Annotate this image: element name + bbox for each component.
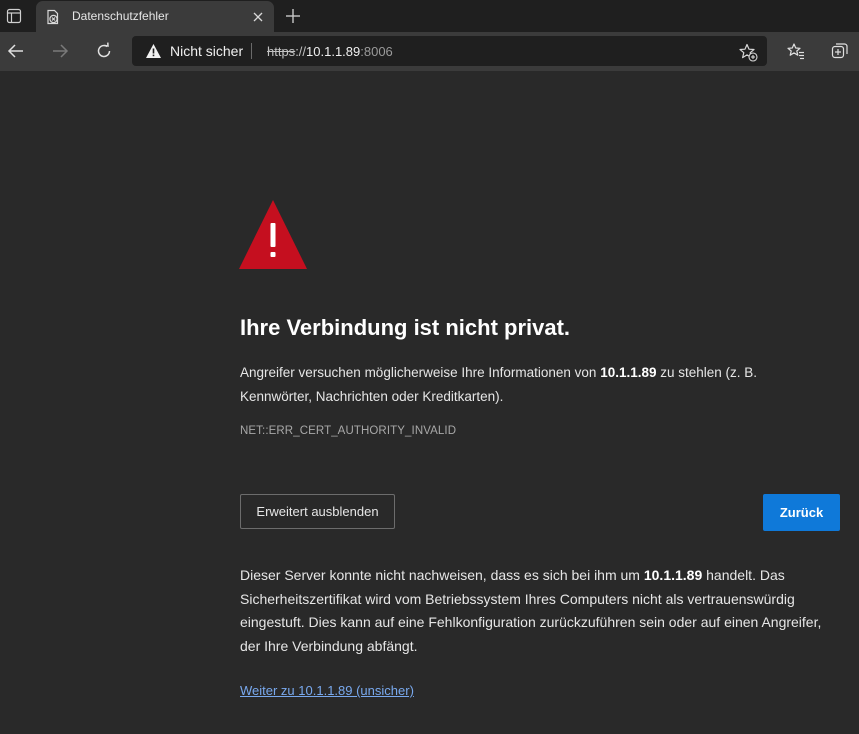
error-summary: Angreifer versuchen möglicherweise Ihre … xyxy=(240,361,800,409)
tab-strip: Datenschutzfehler xyxy=(0,0,859,32)
collections-icon[interactable] xyxy=(829,40,851,62)
plus-icon[interactable] xyxy=(283,6,303,26)
certificate-error-icon xyxy=(45,9,61,25)
omnibox-divider xyxy=(251,43,252,59)
summary-host: 10.1.1.89 xyxy=(600,365,657,380)
favorites-list-icon[interactable] xyxy=(785,40,807,62)
arrow-right-icon[interactable] xyxy=(49,40,71,62)
tab-active[interactable]: Datenschutzfehler xyxy=(36,1,274,32)
details-text-start: Dieser Server konnte nicht nachweisen, d… xyxy=(240,567,644,583)
tab-title: Datenschutzfehler xyxy=(72,9,169,23)
security-status-label[interactable]: Nicht sicher xyxy=(170,43,243,59)
back-button[interactable]: Zurück xyxy=(763,494,840,531)
details-host: 10.1.1.89 xyxy=(643,567,703,583)
star-add-icon[interactable] xyxy=(738,42,758,62)
tab-actions-icon[interactable] xyxy=(4,6,24,26)
warning-triangle-icon[interactable] xyxy=(145,43,162,59)
summary-text-start: Angreifer versuchen möglicherweise Ihre … xyxy=(240,365,601,380)
address-bar[interactable]: Nicht sicher https://10.1.1.89:8006 xyxy=(132,36,767,66)
warning-triangle-icon xyxy=(239,200,309,270)
page-title: Ihre Verbindung ist nicht privat. xyxy=(240,315,571,340)
hide-advanced-button[interactable]: Erweitert ausblenden xyxy=(240,494,395,529)
url-scheme-separator: :// xyxy=(295,44,307,59)
error-details: Dieser Server konnte nicht nachweisen, d… xyxy=(240,564,825,658)
arrow-left-icon[interactable] xyxy=(5,40,27,62)
url-port: :8006 xyxy=(360,44,393,59)
close-icon[interactable] xyxy=(250,9,266,25)
error-code[interactable]: NET::ERR_CERT_AUTHORITY_INVALID xyxy=(240,425,456,437)
reload-icon[interactable] xyxy=(93,40,115,62)
proceed-unsafe-link[interactable]: Weiter zu 10.1.1.89 (unsicher) xyxy=(240,683,414,698)
url-scheme: https xyxy=(267,44,296,59)
url-host: 10.1.1.89 xyxy=(306,44,361,59)
toolbar: Nicht sicher https://10.1.1.89:8006 xyxy=(0,32,859,71)
url-text[interactable]: https://10.1.1.89:8006 xyxy=(267,44,393,59)
